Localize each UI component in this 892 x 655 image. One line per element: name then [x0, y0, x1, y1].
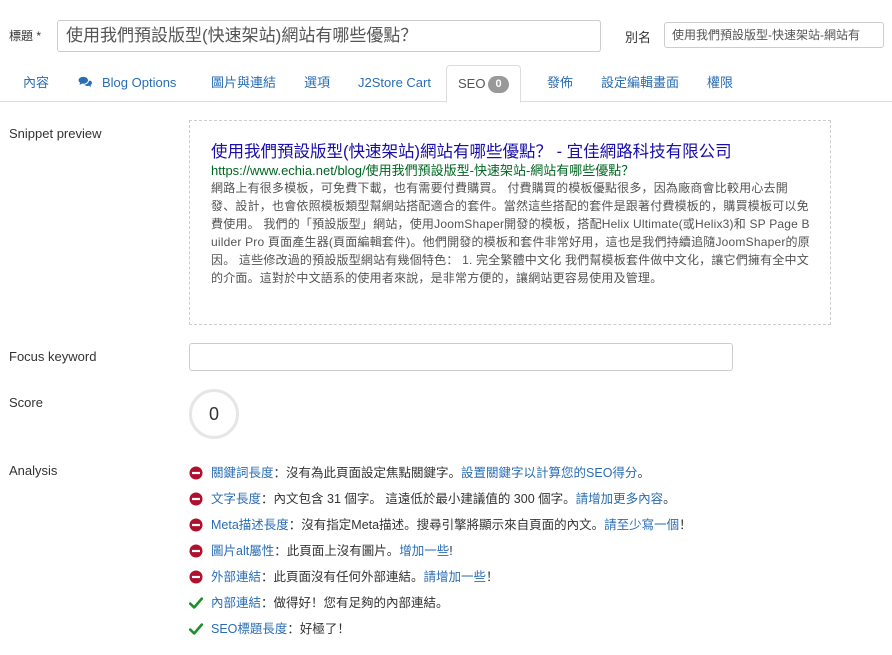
analysis-item-external-links: 外部連結：此頁面沒有任何外部連結。請增加一些！: [189, 567, 692, 593]
minus-circle-icon: [189, 544, 203, 558]
tab-label: 權限: [707, 75, 734, 90]
tab-label: SEO: [458, 76, 486, 91]
snippet-url: https://www.echia.net/blog/使用我們預設版型-快速架站…: [211, 163, 635, 178]
analysis-title[interactable]: 關鍵詞長度: [211, 466, 274, 480]
seo-score-badge: 0: [488, 76, 509, 93]
minus-circle-icon: [189, 466, 203, 480]
analysis-title[interactable]: 內部連結: [211, 596, 261, 610]
snippet-preview-label: Snippet preview: [9, 126, 102, 141]
minus-circle-icon: [189, 570, 203, 584]
analysis-item-keyword-length: 關鍵詞長度：沒有為此頁面設定焦點關鍵字。設置關鍵字以計算您的SEO得分。: [189, 463, 692, 489]
analysis-item-meta-description: Meta描述長度：沒有指定Meta描述。搜尋引擎將顯示來自頁面的內文。請至少寫一…: [189, 515, 692, 541]
analysis-text: ：做得好！您有足夠的內部連結。: [261, 596, 449, 610]
tab-label: 設定編輯畫面: [601, 75, 680, 90]
analysis-tail: ！: [679, 518, 692, 532]
analysis-list: 關鍵詞長度：沒有為此頁面設定焦點關鍵字。設置關鍵字以計算您的SEO得分。 文字長…: [189, 463, 692, 645]
tab-content[interactable]: 內容: [23, 65, 49, 102]
tab-label: J2Store Cart: [358, 75, 431, 90]
comments-icon: [78, 76, 92, 88]
analysis-title[interactable]: Meta描述長度: [211, 518, 289, 532]
analysis-title[interactable]: 文字長度: [211, 492, 261, 506]
tab-images-links[interactable]: 圖片與連結: [211, 65, 276, 102]
analysis-item-image-alt: 圖片alt屬性：此頁面上沒有圖片。增加一些!: [189, 541, 692, 567]
tab-editor-config[interactable]: 設定編輯畫面: [601, 65, 679, 102]
minus-circle-icon: [189, 518, 203, 532]
snippet-description: 網路上有很多模板，可免費下載，也有需要付費購買。 付費購買的模板優點很多，因為廠…: [211, 181, 810, 285]
analysis-text: ：此頁面上沒有圖片。: [274, 544, 400, 558]
title-input[interactable]: 使用我們預設版型(快速架站)網站有哪些優點？: [57, 20, 601, 52]
analysis-text: ：沒有指定Meta描述。搜尋引擎將顯示來自頁面的內文。: [288, 518, 605, 532]
analysis-title[interactable]: SEO標題長度: [211, 622, 287, 636]
tab-label: 發佈: [547, 75, 574, 90]
analysis-link[interactable]: 增加一些: [399, 544, 449, 558]
tab-blog-options[interactable]: Blog Options: [78, 65, 176, 102]
score-label: Score: [9, 395, 43, 410]
tab-label: 內容: [23, 75, 50, 90]
analysis-text: ：此頁面沒有任何外部連結。: [261, 570, 424, 584]
minus-circle-icon: [189, 492, 203, 506]
title-label: 標題 *: [9, 29, 42, 43]
analysis-link[interactable]: 請至少寫一個: [604, 518, 679, 532]
check-icon: [189, 597, 203, 609]
title-row: 標題 * 使用我們預設版型(快速架站)網站有哪些優點？ 別名 使用我們預設版型-…: [0, 0, 892, 62]
tab-label: 選項: [304, 75, 331, 90]
tab-label: Blog Options: [102, 75, 177, 90]
alias-label: 別名: [625, 30, 652, 45]
analysis-title[interactable]: 圖片alt屬性: [211, 544, 274, 558]
analysis-tail: !: [449, 544, 453, 558]
analysis-text: ：內文包含 31 個字。 這遠低於最小建議值的 300 個字。: [261, 492, 576, 506]
tab-j2store-cart[interactable]: J2Store Cart: [358, 65, 431, 102]
analysis-tail: 。: [637, 466, 650, 480]
alias-input[interactable]: 使用我們預設版型-快速架站-網站有: [664, 22, 884, 48]
editor-tabs: 內容 Blog Options 圖片與連結 選項 J2Store Cart SE…: [0, 65, 892, 103]
tab-label: 圖片與連結: [211, 75, 277, 90]
snippet-preview: 使用我們預設版型(快速架站)網站有哪些優點？ - 宜佳網路科技有限公司 http…: [189, 120, 831, 325]
analysis-item-internal-links: 內部連結：做得好！您有足夠的內部連結。: [189, 593, 692, 619]
analysis-label: Analysis: [9, 463, 58, 478]
analysis-item-seo-title-length: SEO標題長度：好極了！: [189, 619, 692, 645]
analysis-link[interactable]: 設置關鍵字以計算您的SEO得分: [461, 466, 637, 480]
tab-publishing[interactable]: 發佈: [547, 65, 573, 102]
snippet-title: 使用我們預設版型(快速架站)網站有哪些優點？ - 宜佳網路科技有限公司: [211, 143, 732, 161]
analysis-item-text-length: 文字長度：內文包含 31 個字。 這遠低於最小建議值的 300 個字。請增加更多…: [189, 489, 692, 515]
analysis-text: ：好極了！: [287, 622, 350, 636]
tab-options[interactable]: 選項: [304, 65, 330, 102]
score-circle: 0: [189, 389, 239, 439]
analysis-text: ：沒有為此頁面設定焦點關鍵字。: [273, 466, 462, 480]
check-icon: [189, 623, 203, 635]
focus-keyword-label: Focus keyword: [9, 349, 97, 364]
analysis-tail: ！: [486, 570, 499, 584]
analysis-tail: 。: [663, 492, 676, 506]
analysis-link[interactable]: 請增加更多內容: [576, 492, 664, 506]
tab-permissions[interactable]: 權限: [707, 65, 733, 102]
tab-seo[interactable]: SEO 0: [446, 65, 521, 103]
analysis-link[interactable]: 請增加一些: [424, 570, 487, 584]
analysis-title[interactable]: 外部連結: [211, 570, 261, 584]
focus-keyword-input[interactable]: [189, 343, 733, 371]
